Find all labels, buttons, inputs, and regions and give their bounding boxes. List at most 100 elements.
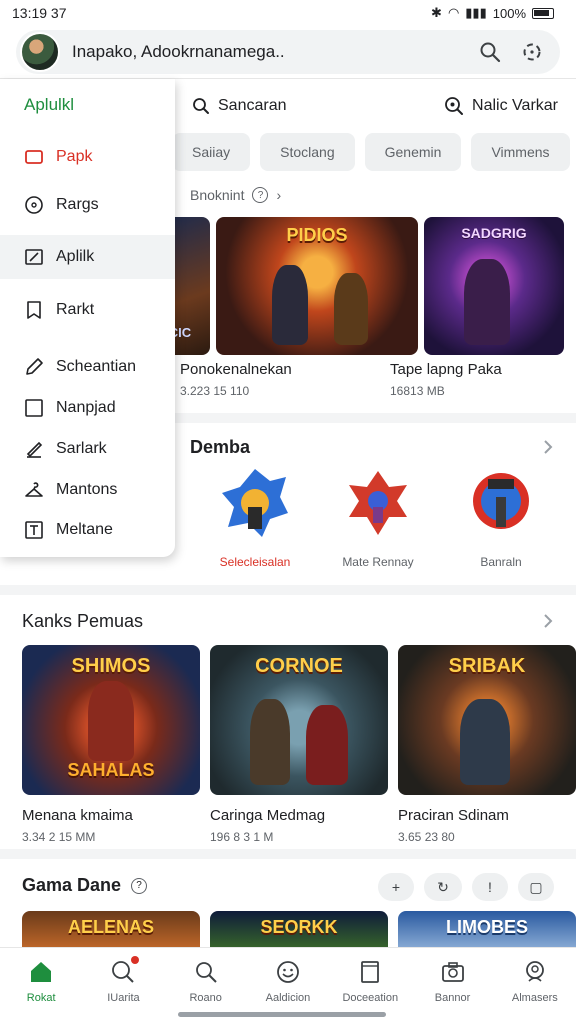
square-icon bbox=[25, 399, 43, 417]
emblem-item[interactable]: Mate Rennay bbox=[323, 467, 433, 569]
nav-label: Bannor bbox=[434, 992, 471, 1004]
apps-icon bbox=[25, 249, 43, 265]
drawer-item-label: Mantons bbox=[56, 481, 118, 498]
game-strip-card[interactable]: AELENAS bbox=[22, 911, 200, 947]
game-card[interactable]: SHIMOS SAHALAS Menana kmaima 3.34 2 15 M… bbox=[22, 645, 200, 844]
chevron-right-icon[interactable] bbox=[540, 439, 556, 455]
character-figure bbox=[88, 681, 134, 761]
character-figure bbox=[250, 699, 290, 785]
compass-icon bbox=[25, 196, 43, 214]
emblem-row: Selecleisalan Mate Rennay Banraln bbox=[200, 467, 576, 569]
list-button[interactable]: ▢ bbox=[518, 873, 554, 901]
search-icon[interactable] bbox=[476, 38, 504, 66]
strip-banner: LIMOBES bbox=[445, 917, 528, 937]
feature-item[interactable]: Tape lapng Paka 16813 MB bbox=[390, 361, 560, 398]
refresh-button[interactable]: ↻ bbox=[424, 873, 462, 901]
game-card-image: CORNOE bbox=[210, 645, 388, 795]
status-bar: 13:19 37 ✱ ◠ ▮▮▮ 100% bbox=[0, 0, 576, 26]
game-emblem-icon bbox=[222, 469, 288, 537]
game-card-banner: CORNOE bbox=[255, 655, 343, 677]
feature-item[interactable]: Ponokenalnekan 3.223 15 110 bbox=[180, 361, 350, 398]
drawer-item-meltane[interactable]: Meltane bbox=[0, 508, 175, 552]
game-card[interactable]: SRIBAK Praciran Sdinam 3.65 23 80 bbox=[398, 645, 576, 844]
assistant-icon[interactable] bbox=[518, 38, 546, 66]
section-title-game: Gama Dane bbox=[22, 875, 122, 895]
drawer-item-label: Scheantian bbox=[56, 358, 137, 375]
nav-label: Roano bbox=[189, 992, 222, 1004]
bluetooth-icon: ✱ bbox=[431, 5, 442, 20]
battery-icon bbox=[532, 7, 554, 19]
search-input[interactable]: Inapako, Adookrnanamega.. bbox=[72, 42, 462, 62]
home-icon bbox=[31, 962, 52, 982]
top-right-label: Nalic Varkar bbox=[472, 97, 558, 114]
home-indicator[interactable] bbox=[178, 1012, 386, 1017]
drawer-item-mantons[interactable]: Mantons bbox=[0, 468, 175, 512]
search-bar[interactable]: Inapako, Adookrnanamega.. bbox=[16, 30, 560, 74]
signal-icon: ▮▮▮ bbox=[465, 5, 487, 20]
nav-label: Rokat bbox=[26, 992, 56, 1004]
drawer-item-nanpjad[interactable]: Nanpjad bbox=[0, 386, 175, 430]
feature-card[interactable]: SADGRIG bbox=[424, 217, 564, 355]
card-icon bbox=[25, 150, 43, 164]
wifi-icon: ◠ bbox=[447, 5, 460, 20]
nav-label: Almasers bbox=[511, 992, 558, 1004]
avatar[interactable] bbox=[20, 32, 60, 72]
breadcrumb[interactable]: Bnoknint ? › bbox=[190, 187, 281, 203]
game-strip-card[interactable]: LIMOBES bbox=[398, 911, 576, 947]
feature-carousel: CIC PIDIOS SADGRIG bbox=[150, 217, 564, 355]
tag-icon bbox=[25, 521, 43, 539]
nav-item-camera[interactable]: Bannor bbox=[411, 948, 493, 1024]
drawer-title: Aplulkl bbox=[24, 95, 75, 114]
game-card[interactable]: CORNOE Caringa Medmag 196 8 3 1 M bbox=[210, 645, 388, 844]
add-button[interactable]: + bbox=[378, 873, 414, 901]
chip[interactable]: Saiiay bbox=[172, 133, 251, 171]
game-card-meta: 196 8 3 1 M bbox=[210, 830, 274, 844]
top-search-button[interactable]: Sancaran bbox=[192, 97, 287, 115]
game-card-title: Praciran Sdinam bbox=[398, 807, 509, 824]
search-icon bbox=[193, 98, 209, 114]
chip[interactable]: Genemin bbox=[364, 133, 462, 171]
game-card-image: SRIBAK bbox=[398, 645, 576, 795]
top-right-button[interactable]: Nalic Varkar bbox=[444, 96, 558, 116]
chevron-right-icon: › bbox=[276, 187, 282, 203]
feature-card[interactable]: PIDIOS bbox=[216, 217, 418, 355]
zoom-icon bbox=[445, 97, 464, 115]
battery-label: 100% bbox=[492, 5, 526, 21]
chip[interactable]: Vimmens bbox=[471, 133, 570, 171]
chevron-right-icon[interactable] bbox=[540, 613, 556, 629]
drawer-item-label: Aplilk bbox=[56, 248, 95, 265]
character-figure bbox=[306, 705, 348, 785]
top-search-label: Sancaran bbox=[218, 97, 287, 114]
chip[interactable]: Stoclang bbox=[260, 133, 355, 171]
drawer-item-scheantian[interactable]: Scheantian bbox=[0, 345, 175, 389]
nav-item-home[interactable]: Rokat bbox=[0, 948, 82, 1024]
person-icon bbox=[525, 961, 544, 982]
drawer-item-label: Sarlark bbox=[56, 440, 107, 457]
nav-item-search[interactable]: IUarita bbox=[82, 948, 164, 1024]
drawer-item-rargs[interactable]: Rargs bbox=[0, 183, 175, 227]
character-figure bbox=[460, 699, 510, 785]
section-title-kanks: Kanks Pemuas bbox=[22, 611, 144, 631]
drawer-item-aplilk[interactable]: Aplilk bbox=[0, 235, 175, 279]
side-drawer: Aplulkl Papk Rargs Aplilk Rarkt Scheanti… bbox=[0, 79, 175, 557]
game-strip-card[interactable]: SEORKK bbox=[210, 911, 388, 947]
drawer-item-sarlark[interactable]: Sarlark bbox=[0, 427, 175, 471]
emblem-item[interactable]: Banraln bbox=[446, 467, 556, 569]
game-card-meta: 3.34 2 15 MM bbox=[22, 830, 96, 844]
game-emblem-icon bbox=[349, 471, 407, 535]
nav-item-person[interactable]: Almasers bbox=[494, 948, 576, 1024]
nav-label: Doceeation bbox=[342, 992, 399, 1004]
drawer-item-rarkt[interactable]: Rarkt bbox=[0, 288, 175, 332]
game-card-title: Caringa Medmag bbox=[210, 807, 326, 824]
hanger-icon bbox=[25, 482, 43, 497]
feature-card-title: SADGRIG bbox=[461, 225, 527, 241]
smiley-icon bbox=[277, 961, 299, 983]
help-icon[interactable]: ? bbox=[131, 877, 148, 894]
emblem-item[interactable]: Selecleisalan bbox=[200, 467, 310, 569]
feature-item-title: Tape lapng Paka bbox=[390, 361, 502, 378]
strip-banner: SEORKK bbox=[260, 917, 338, 937]
drawer-item-papk[interactable]: Papk bbox=[0, 135, 175, 179]
info-button[interactable]: ! bbox=[472, 873, 508, 901]
game-card-title: Menana kmaima bbox=[22, 807, 133, 824]
help-icon[interactable]: ? bbox=[252, 187, 269, 203]
